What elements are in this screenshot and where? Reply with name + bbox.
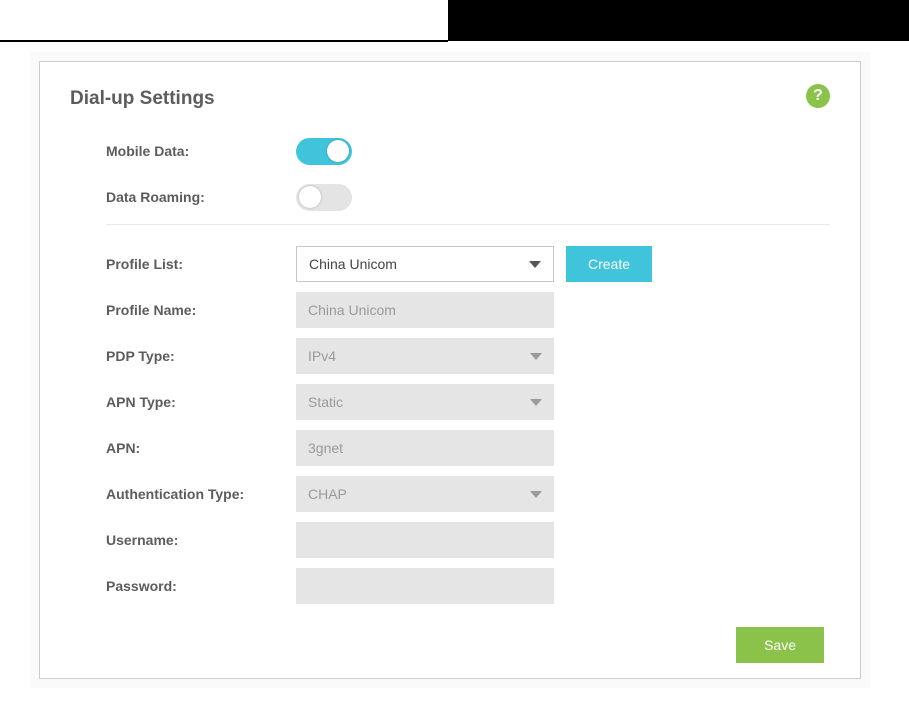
chevron-down-icon bbox=[530, 491, 542, 498]
auth-type-select: CHAP bbox=[296, 476, 554, 512]
save-button[interactable]: Save bbox=[736, 627, 824, 663]
toggle-knob bbox=[327, 140, 349, 162]
panel-region: Dial-up Settings ? Mobile Data: Data Roa… bbox=[30, 52, 870, 688]
divider bbox=[106, 224, 830, 225]
chevron-down-icon bbox=[530, 399, 542, 406]
profile-name-value: China Unicom bbox=[308, 302, 396, 318]
mobile-data-toggle[interactable] bbox=[296, 138, 352, 165]
username-field bbox=[296, 522, 554, 558]
pdp-type-select: IPv4 bbox=[296, 338, 554, 374]
settings-panel: Dial-up Settings ? Mobile Data: Data Roa… bbox=[39, 61, 861, 679]
profile-name-label: Profile Name: bbox=[106, 302, 296, 318]
row-apn-type: APN Type: Static bbox=[106, 383, 830, 421]
page-title: Dial-up Settings bbox=[70, 88, 830, 110]
pdp-type-label: PDP Type: bbox=[106, 348, 296, 364]
row-password: Password: bbox=[106, 567, 830, 605]
chevron-down-icon bbox=[529, 261, 541, 268]
crop-blackbar bbox=[448, 0, 909, 41]
profile-name-field: China Unicom bbox=[296, 292, 554, 328]
row-data-roaming: Data Roaming: bbox=[106, 178, 830, 216]
data-roaming-toggle[interactable] bbox=[296, 184, 352, 211]
pdp-type-value: IPv4 bbox=[308, 348, 336, 364]
help-icon[interactable]: ? bbox=[806, 84, 830, 108]
apn-field: 3gnet bbox=[296, 430, 554, 466]
apn-type-select: Static bbox=[296, 384, 554, 420]
profile-list-label: Profile List: bbox=[106, 256, 296, 272]
toggle-knob bbox=[299, 186, 321, 208]
create-button[interactable]: Create bbox=[566, 246, 652, 282]
row-auth-type: Authentication Type: CHAP bbox=[106, 475, 830, 513]
auth-type-value: CHAP bbox=[308, 486, 347, 502]
form-area: Mobile Data: Data Roaming: Profile List:… bbox=[70, 132, 830, 663]
auth-type-label: Authentication Type: bbox=[106, 486, 296, 502]
apn-type-value: Static bbox=[308, 394, 343, 410]
chevron-down-icon bbox=[530, 353, 542, 360]
footer: Save bbox=[106, 627, 830, 663]
profile-list-select[interactable]: China Unicom bbox=[296, 246, 554, 282]
password-field bbox=[296, 568, 554, 604]
apn-value: 3gnet bbox=[308, 440, 343, 456]
crop-topline bbox=[0, 40, 448, 42]
row-mobile-data: Mobile Data: bbox=[106, 132, 830, 170]
row-profile-list: Profile List: China Unicom Create bbox=[106, 245, 830, 283]
profile-list-value: China Unicom bbox=[309, 256, 397, 272]
row-pdp-type: PDP Type: IPv4 bbox=[106, 337, 830, 375]
username-label: Username: bbox=[106, 532, 296, 548]
password-label: Password: bbox=[106, 578, 296, 594]
row-profile-name: Profile Name: China Unicom bbox=[106, 291, 830, 329]
apn-type-label: APN Type: bbox=[106, 394, 296, 410]
data-roaming-label: Data Roaming: bbox=[106, 189, 296, 205]
mobile-data-label: Mobile Data: bbox=[106, 143, 296, 159]
apn-label: APN: bbox=[106, 440, 296, 456]
row-username: Username: bbox=[106, 521, 830, 559]
row-apn: APN: 3gnet bbox=[106, 429, 830, 467]
